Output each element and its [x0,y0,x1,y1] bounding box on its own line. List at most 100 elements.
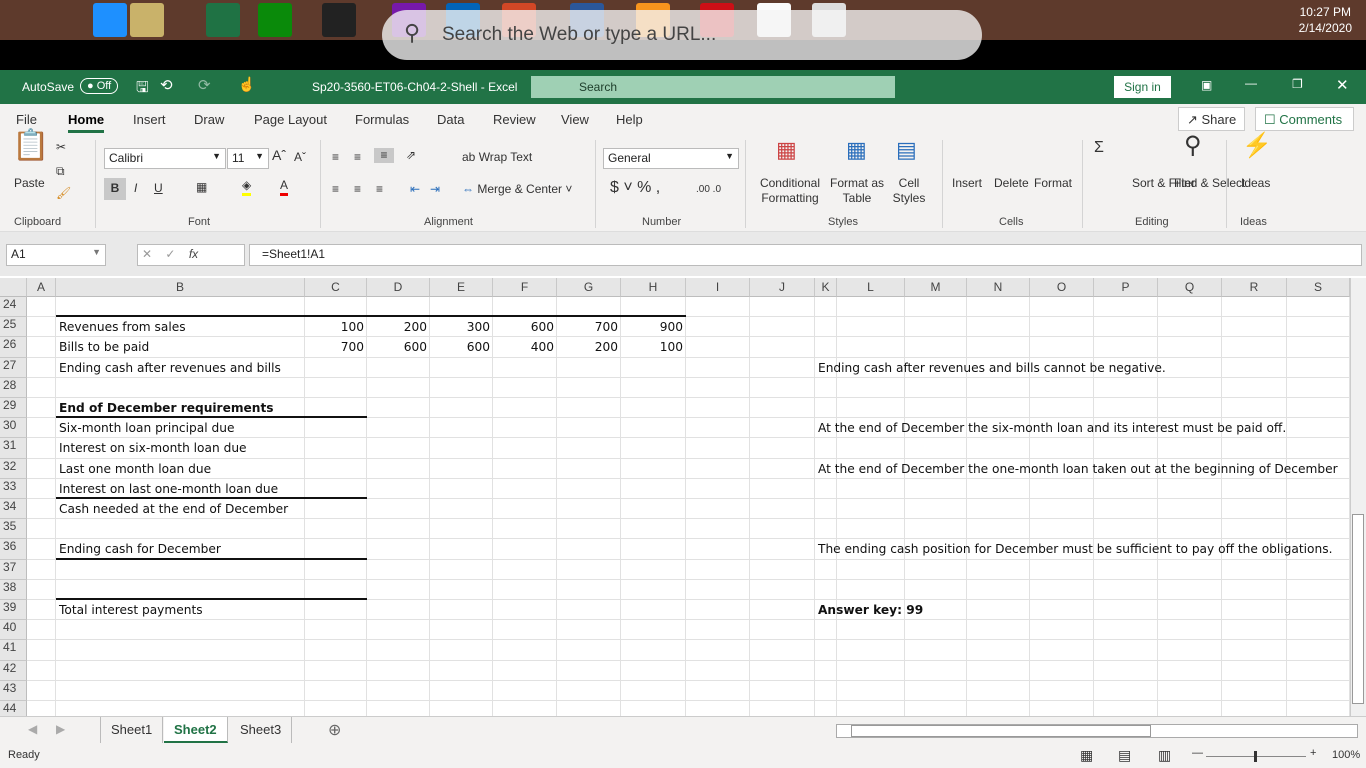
column-header-G[interactable]: G [557,278,621,297]
row-header-38[interactable]: 38 [0,579,27,600]
column-header-D[interactable]: D [367,278,430,297]
close-button[interactable]: ✕ [1336,76,1349,94]
decimal-icons[interactable]: .00 .0 [696,182,721,197]
increase-indent-icon[interactable]: ⇥ [430,182,440,197]
sheet-tab-sheet1[interactable]: Sheet1 [100,717,164,743]
align-bottom-icon[interactable]: ≡ [374,148,394,163]
paste-button[interactable]: Paste [14,176,45,191]
cell-B25[interactable]: Revenues from sales [59,320,186,334]
sign-in-button[interactable]: Sign in [1114,76,1171,98]
row-header-32[interactable]: 32 [0,458,27,479]
wrap-text-button[interactable]: ab Wrap Text [462,150,532,165]
ideas-icon[interactable]: ⚡ [1242,134,1272,158]
column-header-J[interactable]: J [750,278,815,297]
tab-help[interactable]: Help [616,112,643,127]
row-header-26[interactable]: 26 [0,337,27,358]
ribbon-display-icon[interactable]: ▣ [1201,78,1212,92]
tab-home[interactable]: Home [68,112,105,133]
zoom-out-button[interactable]: — [1192,747,1203,759]
undo-icon[interactable]: ⟲ [160,76,173,94]
windows-start-icon[interactable] [6,3,40,37]
column-header-P[interactable]: P [1094,278,1158,297]
cell-B29[interactable]: End of December requirements [59,401,274,415]
merge-center-button[interactable]: ⇔ Merge & Center ˅ [462,182,572,197]
cancel-icon[interactable]: ✕ [142,247,152,261]
cell-B39[interactable]: Total interest payments [59,603,203,617]
zoom-slider[interactable] [1206,751,1306,762]
cell-G25[interactable]: 700 [557,320,618,334]
scrollbar-thumb[interactable] [851,725,1151,737]
cell-C26[interactable]: 700 [305,340,364,354]
row-header-35[interactable]: 35 [0,519,27,540]
increase-font-icon[interactable]: Aˆ [272,148,286,163]
column-header-B[interactable]: B [56,278,305,297]
cell-B27[interactable]: Ending cash after revenues and bills [59,361,281,375]
align-left-icon[interactable]: ≡ [332,182,339,197]
copy-icon[interactable]: ⧉ [56,164,65,179]
share-button[interactable]: ↗ Share [1178,107,1245,131]
vertical-scrollbar-thumb[interactable] [1352,514,1364,704]
cell-E26[interactable]: 600 [430,340,490,354]
media-player-icon[interactable] [322,3,356,37]
worksheet-grid[interactable]: A B C D E F G H I J K L M N O P Q R S 24 25 26 27 28 29 30 31 32 33 3… [0,276,1366,722]
file-explorer-icon[interactable] [130,3,164,37]
paste-icon[interactable]: 📋 [12,131,49,161]
cell-D25[interactable]: 200 [367,320,427,334]
name-box[interactable]: A1 ▼ [6,244,106,266]
tab-file[interactable]: File [16,112,37,127]
row-header-25[interactable]: 25 [0,317,27,338]
scroll-tabs-left[interactable]: ◀ [28,722,37,736]
touch-mode-icon[interactable]: ☝ [238,76,255,93]
redo-icon[interactable]: ⟳ [198,76,211,94]
row-header-43[interactable]: 43 [0,680,27,701]
column-header-E[interactable]: E [430,278,493,297]
tab-view[interactable]: View [561,112,589,127]
row-header-36[interactable]: 36 [0,539,27,560]
scroll-tabs-right[interactable]: ▶ [56,722,65,736]
tab-page-layout[interactable]: Page Layout [254,112,327,127]
column-header-L[interactable]: L [837,278,905,297]
edge-icon[interactable] [93,3,127,37]
normal-view-icon[interactable]: ▦ [1080,747,1093,764]
comments-button[interactable]: ☐ Comments [1255,107,1354,131]
row-header-34[interactable]: 34 [0,499,27,520]
cell-H25[interactable]: 900 [621,320,683,334]
column-header-C[interactable]: C [305,278,367,297]
tab-data[interactable]: Data [437,112,464,127]
column-header-I[interactable]: I [686,278,750,297]
tab-insert[interactable]: Insert [133,112,166,127]
cell-E25[interactable]: 300 [430,320,490,334]
autosave-toggle[interactable]: ● Off [80,78,119,94]
insert-function-button[interactable]: fx [189,247,198,261]
column-header-F[interactable]: F [493,278,557,297]
page-break-icon[interactable]: ▥ [1158,747,1171,764]
conditional-formatting-button[interactable]: Conditional Formatting [755,176,825,206]
cell-G26[interactable]: 200 [557,340,618,354]
currency-icon[interactable]: $ ˅ % , [610,180,660,196]
insert-button[interactable]: Insert [952,176,982,191]
clock[interactable]: 10:27 PM 2/14/2020 [1299,4,1352,36]
underline-button[interactable]: U [154,181,163,196]
cell-K36[interactable]: The ending cash position for December mu… [818,542,1332,556]
cell-B33[interactable]: Interest on last one-month loan due [59,482,278,496]
cell-F26[interactable]: 400 [493,340,554,354]
cell-K27[interactable]: Ending cash after revenues and bills can… [818,361,1166,375]
cell-B34[interactable]: Cash needed at the end of December [59,502,288,516]
column-header-Q[interactable]: Q [1158,278,1222,297]
cell-K30[interactable]: At the end of December the six-month loa… [818,421,1286,435]
enter-icon[interactable]: ✓ [165,247,175,261]
formula-input[interactable]: =Sheet1!A1 [249,244,1362,266]
cell-C25[interactable]: 100 [305,320,364,334]
row-header-42[interactable]: 42 [0,660,27,681]
column-header-K[interactable]: K [815,278,837,297]
tab-draw[interactable]: Draw [194,112,224,127]
column-header-S[interactable]: S [1287,278,1350,297]
column-header-A[interactable]: A [27,278,56,297]
row-header-40[interactable]: 40 [0,620,27,641]
cell-B36[interactable]: Ending cash for December [59,542,221,556]
sheet-tab-sheet2[interactable]: Sheet2 [164,717,228,743]
column-header-R[interactable]: R [1222,278,1287,297]
align-right-icon[interactable]: ≡ [376,182,383,197]
cell-styles-button[interactable]: Cell Styles [886,176,932,206]
decrease-font-icon[interactable]: Aˇ [294,150,306,165]
